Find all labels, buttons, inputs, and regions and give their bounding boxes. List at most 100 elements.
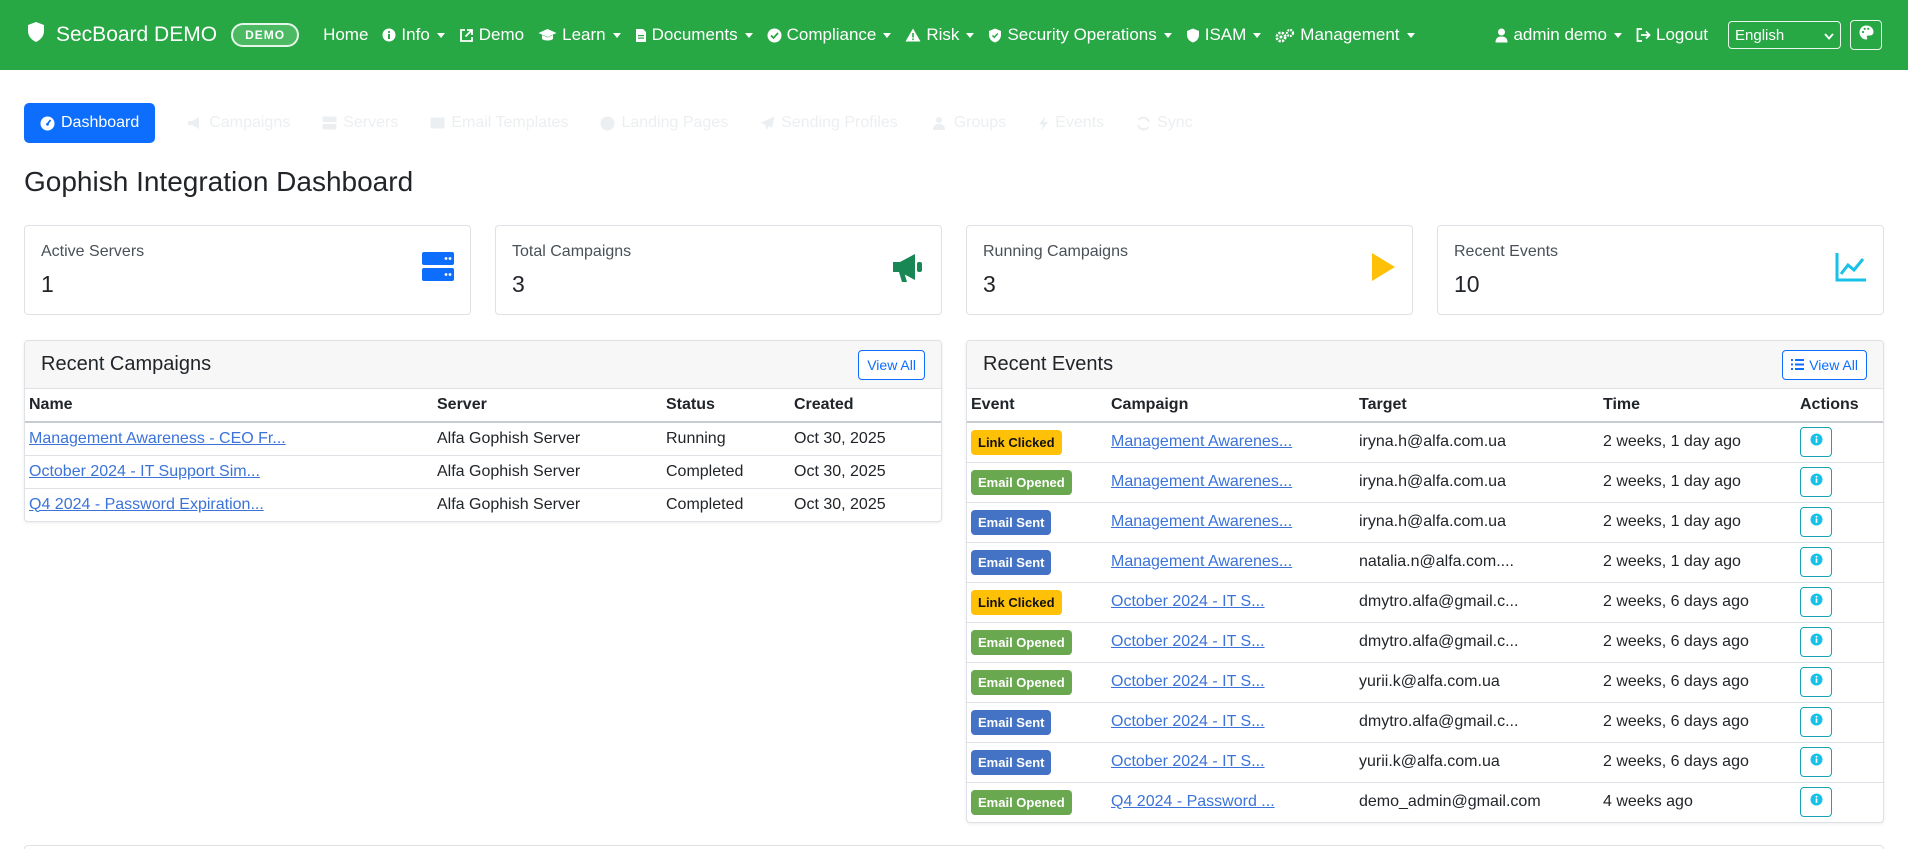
paper-plane-icon	[760, 116, 775, 131]
panel-header: Recent Events View All	[967, 341, 1883, 389]
server-icon	[322, 116, 337, 130]
sync-icon	[1136, 116, 1151, 131]
tab-groups[interactable]: Groups	[930, 114, 1006, 132]
tab-sync[interactable]: Sync	[1136, 114, 1193, 132]
logout-link[interactable]: Logout	[1636, 25, 1708, 45]
tab-campaigns[interactable]: Campaigns	[187, 114, 290, 132]
event-details-button[interactable]	[1800, 747, 1832, 777]
event-target: yurii.k@alfa.com.ua	[1355, 742, 1599, 783]
event-campaign-link[interactable]: Management Awarenes...	[1111, 473, 1292, 490]
event-campaign-link[interactable]: October 2024 - IT S...	[1111, 673, 1265, 690]
event-time: 2 weeks, 6 days ago	[1599, 662, 1796, 703]
event-campaign-link[interactable]: Q4 2024 - Password ...	[1111, 793, 1275, 810]
event-time: 2 weeks, 6 days ago	[1599, 622, 1796, 663]
event-details-button[interactable]	[1800, 467, 1832, 497]
language-select[interactable]: English	[1728, 21, 1841, 49]
tab-servers[interactable]: Servers	[322, 114, 398, 132]
event-campaign-link[interactable]: Management Awarenes...	[1111, 553, 1292, 570]
chart-line-icon	[1835, 252, 1867, 287]
nav-isam[interactable]: ISAM	[1186, 25, 1262, 45]
event-campaign-link[interactable]: October 2024 - IT S...	[1111, 593, 1265, 610]
event-campaign-link[interactable]: October 2024 - IT S...	[1111, 633, 1265, 650]
info-circle-icon	[1810, 633, 1823, 651]
chevron-down-icon	[744, 32, 753, 38]
table-row: Email Opened Management Awarenes... iryna.…	[967, 462, 1883, 503]
tab-email-templates[interactable]: Email Templates	[430, 114, 568, 132]
panel-title: Recent Events	[983, 353, 1114, 375]
event-campaign-link[interactable]: Management Awarenes...	[1111, 433, 1292, 450]
table-header-row: Event Campaign Target Time Actions	[967, 389, 1883, 423]
tab-events[interactable]: Events	[1038, 114, 1104, 132]
stat-label: Running Campaigns	[983, 243, 1128, 260]
event-campaign-link[interactable]: October 2024 - IT S...	[1111, 713, 1265, 730]
stat-value: 10	[1454, 271, 1480, 297]
nav-demo-label: Demo	[478, 25, 525, 44]
event-badge: Email Sent	[971, 549, 1052, 575]
table-row: Link Clicked Management Awarenes... iryna.…	[967, 422, 1883, 463]
campaign-link[interactable]: Q4 2024 - Password Expiration...	[29, 496, 264, 513]
nav-info[interactable]: Info	[382, 25, 445, 45]
column-header: Target	[1355, 389, 1599, 423]
shield-icon	[1186, 28, 1200, 43]
tab-sending-profiles-label: Sending Profiles	[781, 114, 898, 131]
event-campaign-link[interactable]: Management Awarenes...	[1111, 513, 1292, 530]
event-details-button[interactable]	[1800, 507, 1832, 537]
event-details-button[interactable]	[1800, 427, 1832, 458]
campaign-server: Alfa Gophish Server	[433, 488, 662, 521]
demo-badge: DEMO	[231, 23, 300, 47]
tab-dashboard[interactable]: Dashboard	[24, 103, 156, 143]
chevron-down-icon	[1406, 32, 1415, 38]
brand[interactable]: SecBoard DEMO DEMO	[26, 21, 300, 49]
users-icon	[930, 116, 948, 130]
table-row: Email Opened Q4 2024 - Password ... demo_a…	[967, 782, 1883, 822]
nav-info-label: Info	[401, 25, 430, 44]
campaign-link[interactable]: Management Awareness - CEO Fr...	[29, 430, 286, 447]
event-details-button[interactable]	[1800, 547, 1832, 577]
theme-toggle-button[interactable]	[1850, 20, 1882, 50]
navbar-right: admin demo Logout English	[1495, 20, 1882, 50]
nav-home[interactable]: Home	[323, 25, 368, 45]
event-time: 4 weeks ago	[1599, 782, 1796, 822]
tab-sync-label: Sync	[1157, 114, 1193, 131]
view-all-label: View All	[1809, 356, 1858, 373]
event-campaign-link[interactable]: October 2024 - IT S...	[1111, 753, 1265, 770]
gophish-tabs: Dashboard Campaigns Servers Email Templa…	[24, 103, 1225, 143]
nav-demo[interactable]: Demo	[459, 25, 524, 45]
nav-documents[interactable]: Documents	[635, 25, 753, 45]
info-circle-icon	[1810, 753, 1823, 771]
event-details-button[interactable]	[1800, 667, 1832, 697]
view-all-campaigns-button[interactable]: View All	[858, 349, 925, 380]
campaign-status: Running	[662, 422, 790, 456]
event-details-button[interactable]	[1800, 707, 1832, 737]
nav-risk-label: Risk	[926, 25, 960, 44]
nav-documents-label: Documents	[651, 25, 738, 44]
info-circle-icon	[1810, 433, 1823, 451]
campaign-server: Alfa Gophish Server	[433, 422, 662, 456]
event-time: 2 weeks, 1 day ago	[1599, 542, 1796, 583]
tab-dashboard-label: Dashboard	[61, 114, 140, 131]
language-value: English	[1735, 26, 1785, 44]
tab-sending-profiles[interactable]: Sending Profiles	[760, 114, 898, 132]
event-details-button[interactable]	[1800, 787, 1832, 817]
event-target: iryna.h@alfa.com.ua	[1355, 502, 1599, 543]
table-row: Link Clicked October 2024 - IT S... dmytro…	[967, 582, 1883, 623]
nav-learn[interactable]: Learn	[538, 25, 621, 45]
info-circle-icon	[382, 28, 396, 42]
user-menu[interactable]: admin demo	[1495, 25, 1622, 45]
nav-risk[interactable]: Risk	[905, 25, 975, 45]
graduation-cap-icon	[538, 28, 557, 42]
globe-icon	[600, 116, 615, 131]
tab-landing-pages[interactable]: Landing Pages	[600, 114, 728, 132]
logout-label: Logout	[1656, 25, 1708, 44]
campaign-link[interactable]: October 2024 - IT Support Sim...	[29, 463, 260, 480]
event-details-button[interactable]	[1800, 627, 1832, 657]
event-target: dmytro.alfa@gmail.c...	[1355, 622, 1599, 663]
view-all-events-button[interactable]: View All	[1782, 349, 1867, 380]
event-time: 2 weeks, 1 day ago	[1599, 502, 1796, 543]
event-details-button[interactable]	[1800, 587, 1832, 617]
table-row: Email Sent October 2024 - IT S... dmytro.a…	[967, 702, 1883, 743]
nav-compliance[interactable]: Compliance	[767, 25, 892, 45]
nav-security-operations[interactable]: Security Operations	[988, 25, 1172, 45]
nav-management[interactable]: Management	[1275, 25, 1415, 45]
column-header: Status	[662, 389, 790, 423]
